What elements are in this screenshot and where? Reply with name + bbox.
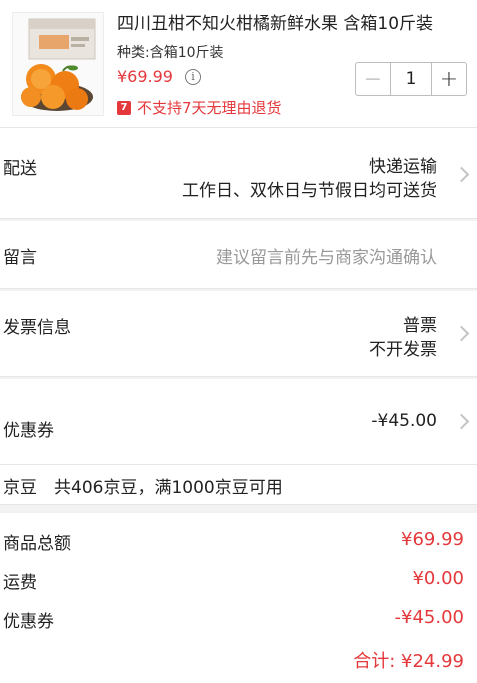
- invoice-type: 普票: [403, 316, 437, 336]
- coupon-label: 优惠券: [3, 421, 54, 441]
- delivery-row[interactable]: 配送 快递运输 工作日、双休日与节假日均可送货: [0, 128, 477, 219]
- product-card: 四川丑柑不知火柑橘新鲜水果 含箱10斤装 种类:含箱10斤装 ¥69.99 i …: [0, 0, 477, 128]
- summary-value: ¥69.99: [401, 529, 464, 550]
- orange-fruit-box-image: [21, 18, 96, 111]
- invoice-label: 发票信息: [3, 318, 71, 338]
- increase-button[interactable]: +: [432, 63, 466, 95]
- order-summary: 商品总额 ¥69.99 运费 ¥0.00 优惠券 -¥45.00 合计: ¥24…: [0, 513, 477, 683]
- invoice-status: 不开发票: [369, 340, 437, 360]
- summary-value: -¥45.00: [394, 607, 464, 628]
- chevron-right-icon: [455, 166, 469, 184]
- summary-label: 运费: [3, 573, 37, 593]
- jingdou-text: 京豆 共406京豆，满1000京豆可用: [3, 478, 283, 498]
- product-title[interactable]: 四川丑柑不知火柑橘新鲜水果 含箱10斤装: [117, 12, 467, 36]
- quantity-value[interactable]: 1: [390, 63, 432, 95]
- price-row: ¥69.99 i: [117, 67, 201, 86]
- product-thumbnail[interactable]: [12, 12, 104, 116]
- delivery-schedule: 工作日、双休日与节假日均可送货: [182, 181, 437, 201]
- message-input[interactable]: 建议留言前先与商家沟通确认: [216, 243, 437, 268]
- order-confirm-page: 四川丑柑不知火柑橘新鲜水果 含箱10斤装 种类:含箱10斤装 ¥69.99 i …: [0, 0, 477, 683]
- summary-line-shipping: 运费 ¥0.00: [3, 568, 464, 593]
- summary-line-subtotal: 商品总额 ¥69.99: [3, 529, 464, 554]
- return-policy-text: 不支持7天无理由退货: [137, 99, 282, 117]
- jingdou-row: 京豆 共406京豆，满1000京豆可用: [0, 465, 477, 505]
- coupon-row[interactable]: 优惠券 -¥45.00: [0, 379, 477, 465]
- decrease-button[interactable]: −: [356, 63, 390, 95]
- delivery-label: 配送: [3, 159, 37, 179]
- total-amount: 合计: ¥24.99: [353, 651, 464, 672]
- summary-label: 商品总额: [3, 534, 71, 554]
- summary-value: ¥0.00: [412, 568, 464, 589]
- summary-line-coupon: 优惠券 -¥45.00: [3, 607, 464, 632]
- delivery-method: 快递运输: [369, 157, 437, 177]
- chevron-right-icon: [455, 325, 469, 343]
- invoice-row[interactable]: 发票信息 普票 不开发票: [0, 291, 477, 377]
- product-spec: 种类:含箱10斤装: [117, 45, 224, 61]
- summary-label: 优惠券: [3, 612, 54, 632]
- no-return-icon: 7: [117, 100, 131, 115]
- return-policy-notice: 7 不支持7天无理由退货: [117, 97, 282, 118]
- info-icon[interactable]: i: [184, 68, 201, 85]
- message-row: 留言 建议留言前先与商家沟通确认: [0, 221, 477, 289]
- coupon-value: -¥45.00: [371, 411, 437, 431]
- product-price: ¥69.99: [117, 67, 173, 86]
- quantity-stepper: − 1 +: [355, 62, 467, 96]
- summary-total: 合计: ¥24.99: [3, 647, 464, 672]
- chevron-right-icon: [455, 413, 469, 431]
- message-label: 留言: [3, 248, 37, 268]
